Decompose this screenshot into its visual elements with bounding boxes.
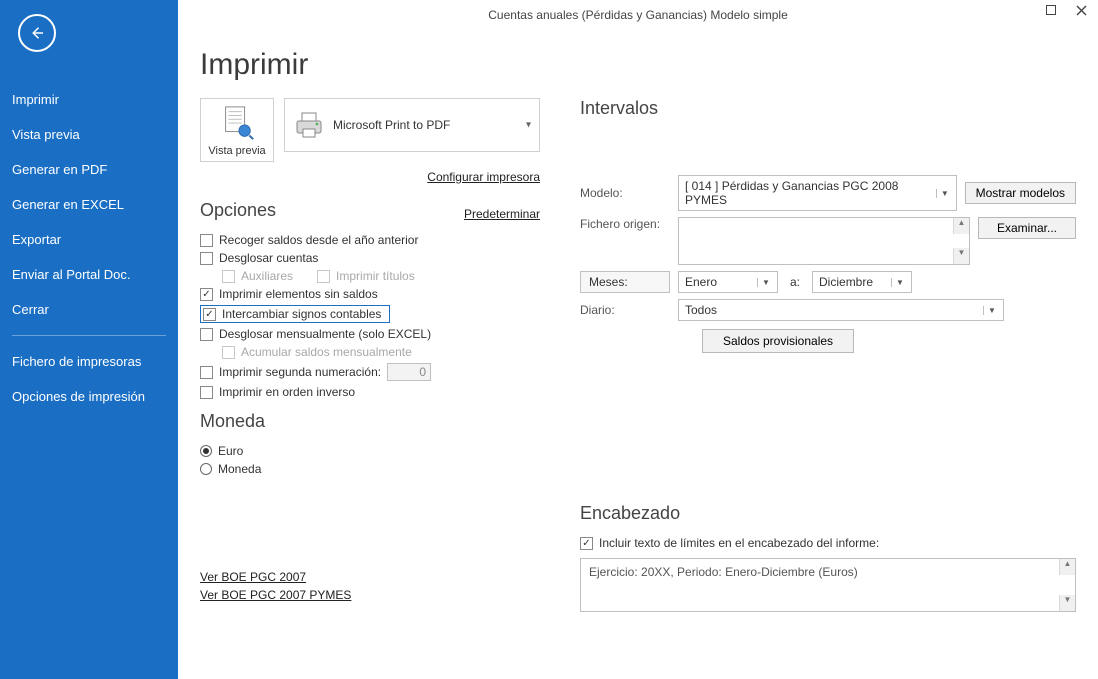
close-button[interactable] xyxy=(1068,0,1094,20)
diario-value: Todos xyxy=(685,303,717,317)
input-segunda-numeracion[interactable]: 0 xyxy=(387,363,431,381)
scroll-up-icon[interactable]: ▲ xyxy=(1059,559,1075,575)
label-moneda: Moneda xyxy=(218,462,261,476)
scroll-down-icon[interactable]: ▼ xyxy=(953,248,969,264)
vista-previa-button[interactable]: Vista previa xyxy=(200,98,274,162)
right-column: Intervalos Modelo: [ 014 ] Pérdidas y Ga… xyxy=(580,98,1076,612)
printer-selected-label: Microsoft Print to PDF xyxy=(333,118,450,132)
label-acumular-mensual: Acumular saldos mensualmente xyxy=(241,345,412,359)
label-a: a: xyxy=(786,275,804,289)
dropdown-modelo[interactable]: [ 014 ] Pérdidas y Ganancias PGC 2008 PY… xyxy=(678,175,957,211)
examinar-button[interactable]: Examinar... xyxy=(978,217,1076,239)
fichero-origen-field[interactable]: ▲ ▼ xyxy=(678,217,970,265)
sidebar-item-generar-pdf[interactable]: Generar en PDF xyxy=(0,152,178,187)
title-bar: Cuentas anuales (Pérdidas y Ganancias) M… xyxy=(178,0,1098,30)
checkbox-recoger-saldos[interactable] xyxy=(200,234,213,247)
label-segunda-numeracion: Imprimir segunda numeración: xyxy=(219,365,381,379)
checkbox-desglosar-mensual[interactable] xyxy=(200,328,213,341)
checkbox-intercambiar-signos[interactable]: ✓ xyxy=(203,308,216,321)
sidebar-item-fichero-impresoras[interactable]: Fichero de impresoras xyxy=(0,344,178,379)
chevron-down-icon: ▼ xyxy=(983,306,997,315)
sidebar-item-opciones-impresion[interactable]: Opciones de impresión xyxy=(0,379,178,414)
chevron-down-icon: ▼ xyxy=(757,278,771,287)
back-button[interactable] xyxy=(18,14,56,52)
label-intercambiar-signos: Intercambiar signos contables xyxy=(222,307,387,321)
checkbox-sin-saldos[interactable]: ✓ xyxy=(200,288,213,301)
intervals-heading: Intervalos xyxy=(580,98,1076,119)
configure-printer-link[interactable]: Configurar impresora xyxy=(427,170,540,184)
checkbox-segunda-numeracion[interactable] xyxy=(200,366,213,379)
sidebar-separator xyxy=(12,335,166,336)
moneda-heading: Moneda xyxy=(200,411,540,432)
sidebar-item-vista-previa[interactable]: Vista previa xyxy=(0,117,178,152)
checkbox-orden-inverso[interactable] xyxy=(200,386,213,399)
maximize-button[interactable] xyxy=(1038,0,1064,20)
label-euro: Euro xyxy=(218,444,243,458)
chevron-down-icon: ▼ xyxy=(891,278,905,287)
label-imprimir-titulos: Imprimir títulos xyxy=(336,269,415,283)
sidebar-item-imprimir[interactable]: Imprimir xyxy=(0,82,178,117)
sidebar-item-generar-excel[interactable]: Generar en EXCEL xyxy=(0,187,178,222)
window-title: Cuentas anuales (Pérdidas y Ganancias) M… xyxy=(488,8,788,22)
encabezado-text: Ejercicio: 20XX, Periodo: Enero-Diciembr… xyxy=(589,565,858,579)
default-link[interactable]: Predeterminar xyxy=(464,207,540,221)
label-sin-saldos: Imprimir elementos sin saldos xyxy=(219,287,378,301)
left-column: Vista previa Microsoft Print to PDF ▾ Co… xyxy=(200,98,540,612)
label-fichero-origen: Fichero origen: xyxy=(580,217,670,231)
checkbox-incluir-texto-limites[interactable]: ✓ xyxy=(580,537,593,550)
checkbox-desglosar-cuentas[interactable] xyxy=(200,252,213,265)
sidebar-item-cerrar[interactable]: Cerrar xyxy=(0,292,178,327)
mes-hasta-value: Diciembre xyxy=(819,275,873,289)
dropdown-mes-desde[interactable]: Enero ▼ xyxy=(678,271,778,293)
encabezado-heading: Encabezado xyxy=(580,503,1076,524)
checkbox-imprimir-titulos xyxy=(317,270,330,283)
checkbox-auxiliares xyxy=(222,270,235,283)
link-boe-pgc-2007-pymes[interactable]: Ver BOE PGC 2007 PYMES xyxy=(200,588,351,602)
radio-moneda[interactable] xyxy=(200,463,212,475)
label-diario: Diario: xyxy=(580,303,670,317)
dropdown-mes-hasta[interactable]: Diciembre ▼ xyxy=(812,271,912,293)
options-heading: Opciones xyxy=(200,200,276,221)
label-orden-inverso: Imprimir en orden inverso xyxy=(219,385,355,399)
label-modelo: Modelo: xyxy=(580,186,670,200)
mes-desde-value: Enero xyxy=(685,275,717,289)
highlighted-option: ✓ Intercambiar signos contables xyxy=(200,305,390,323)
mostrar-modelos-button[interactable]: Mostrar modelos xyxy=(965,182,1076,204)
sidebar: Imprimir Vista previa Generar en PDF Gen… xyxy=(0,0,178,679)
dropdown-diario[interactable]: Todos ▼ xyxy=(678,299,1004,321)
label-incluir-texto-limites: Incluir texto de límites en el encabezad… xyxy=(599,536,879,550)
label-meses: Meses: xyxy=(580,271,670,293)
scroll-up-icon[interactable]: ▲ xyxy=(953,218,969,234)
page-title: Imprimir xyxy=(200,48,1076,82)
link-boe-pgc-2007[interactable]: Ver BOE PGC 2007 xyxy=(200,570,306,584)
print-preview-icon xyxy=(218,105,256,143)
encabezado-textarea[interactable]: Ejercicio: 20XX, Periodo: Enero-Diciembr… xyxy=(580,558,1076,612)
sidebar-item-exportar[interactable]: Exportar xyxy=(0,222,178,257)
modelo-value: [ 014 ] Pérdidas y Ganancias PGC 2008 PY… xyxy=(685,179,932,207)
radio-euro[interactable] xyxy=(200,445,212,457)
chevron-down-icon: ▾ xyxy=(526,120,531,131)
checkbox-acumular-mensual xyxy=(222,346,235,359)
saldos-provisionales-button[interactable]: Saldos provisionales xyxy=(702,329,854,353)
label-recoger-saldos: Recoger saldos desde el año anterior xyxy=(219,233,418,247)
sidebar-item-enviar-portal[interactable]: Enviar al Portal Doc. xyxy=(0,257,178,292)
label-desglosar-mensual: Desglosar mensualmente (solo EXCEL) xyxy=(219,327,431,341)
label-desglosar-cuentas: Desglosar cuentas xyxy=(219,251,318,265)
vista-previa-label: Vista previa xyxy=(208,145,265,157)
scroll-down-icon[interactable]: ▼ xyxy=(1059,595,1075,611)
printer-selector[interactable]: Microsoft Print to PDF ▾ xyxy=(284,98,540,152)
main-content: Imprimir Vista previa xyxy=(178,30,1098,679)
arrow-left-icon xyxy=(28,24,46,42)
printer-icon xyxy=(293,110,325,140)
chevron-down-icon: ▼ xyxy=(936,189,950,198)
label-auxiliares: Auxiliares xyxy=(241,269,293,283)
